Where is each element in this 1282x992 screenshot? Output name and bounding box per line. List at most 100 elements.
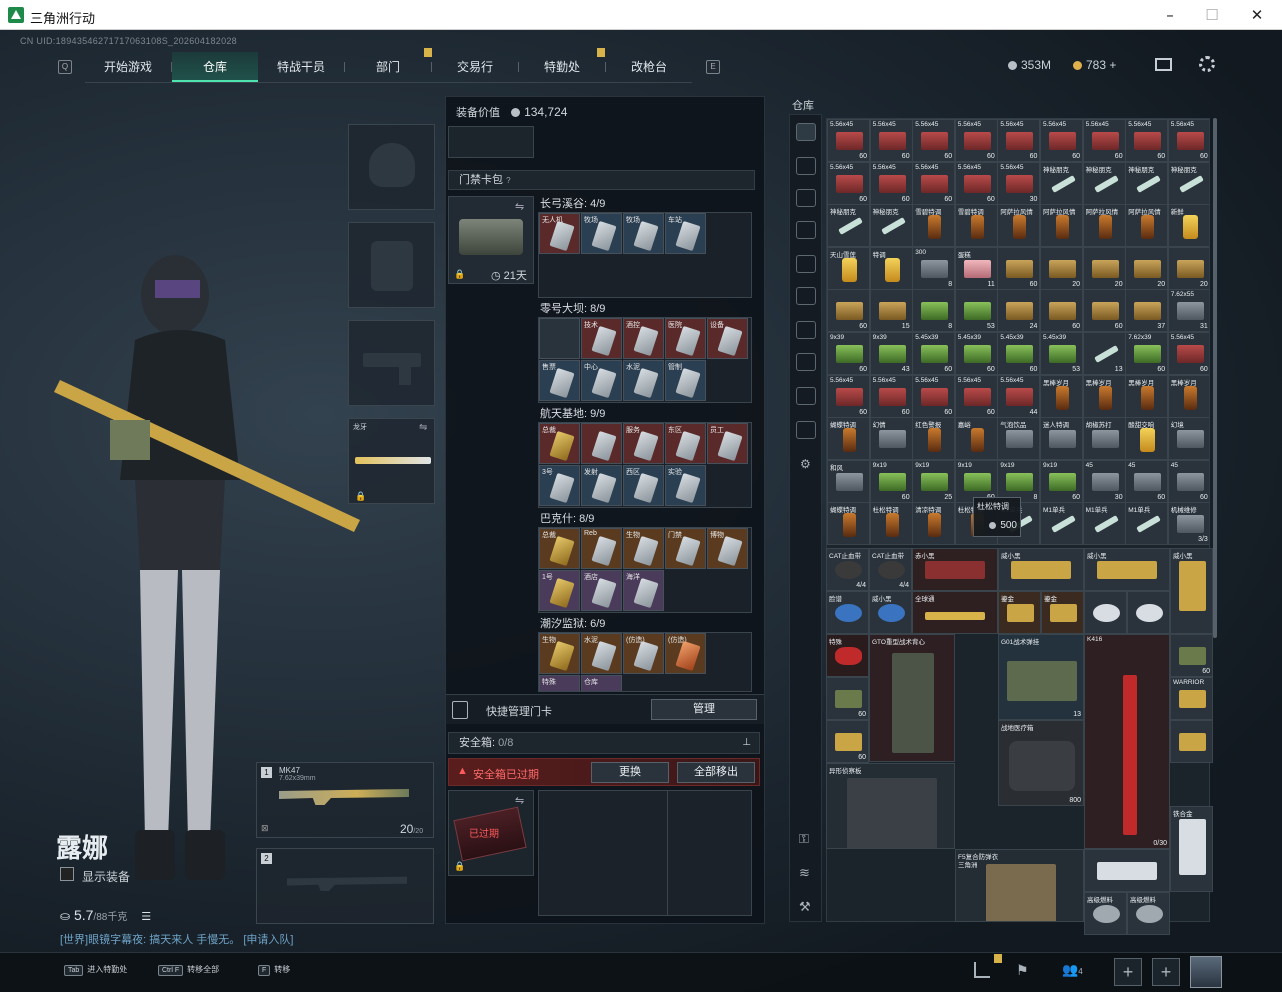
warehouse-item[interactable]: 阿萨拉风情 (997, 204, 1041, 248)
warehouse-scrollbar[interactable] (1213, 118, 1217, 638)
nav-left-key-hint[interactable]: Q (58, 60, 72, 74)
warehouse-item[interactable]: 蝴蝶特调 (827, 417, 870, 461)
warehouse-item[interactable]: 5.56x45 60 (1167, 119, 1209, 162)
swap-icon[interactable]: ⇋ (419, 422, 427, 433)
warehouse-item[interactable]: 45 60 (1125, 459, 1169, 503)
warehouse-item[interactable]: 黑棒岁月 (1125, 374, 1169, 418)
warehouse-item[interactable]: 20 (1040, 246, 1083, 290)
replace-button[interactable]: 更换 (591, 762, 669, 783)
warehouse-item[interactable]: 清凉特调 (912, 502, 956, 546)
warehouse-item[interactable]: 5.56x45 60 (954, 374, 998, 418)
warehouse-item[interactable]: 神秘朋克 (827, 204, 870, 248)
warehouse-item[interactable]: 杜松特调 (869, 502, 913, 546)
warehouse-item[interactable]: 53 (954, 289, 998, 333)
category-collectibles-icon[interactable] (796, 353, 816, 371)
warehouse-item[interactable]: 嘉峪 (954, 417, 998, 461)
warehouse-item[interactable]: 8 (912, 289, 956, 333)
warehouse-item[interactable]: 幻情 (869, 417, 913, 461)
list-icon[interactable]: ☰ (141, 911, 151, 923)
pin-icon[interactable]: ⊥ (742, 733, 751, 753)
warehouse-item[interactable]: 新鲜 (1167, 204, 1209, 248)
settings-icon[interactable]: ⚙ (800, 457, 811, 471)
warehouse-item[interactable]: 5.56x45 60 (1040, 119, 1083, 162)
warehouse-item[interactable]: 阿萨拉风情 (1125, 204, 1169, 248)
warehouse-item[interactable]: 5.56x45 60 (912, 161, 956, 205)
keycard-bag-item[interactable]: ⇋ 🔒 ◷ 21天 (448, 196, 534, 284)
secondary-weapon-slot[interactable]: 2 (256, 848, 434, 924)
safebox-item[interactable]: 已过期 ⇋ 🔒 (448, 790, 534, 876)
warehouse-item[interactable]: 雪碧特调 (912, 204, 956, 248)
layers-icon[interactable]: ≋ (799, 865, 810, 881)
warehouse-item[interactable]: 神秘朋克 (1125, 161, 1169, 205)
category-gear-icon[interactable] (796, 189, 816, 207)
hint-transfer[interactable]: F 转移 (258, 964, 290, 976)
category-misc-icon[interactable] (796, 387, 816, 405)
warehouse-item[interactable]: 15 (869, 289, 913, 333)
warehouse-item[interactable]: 和风 (827, 459, 870, 503)
warehouse-item[interactable]: 300 8 (912, 246, 956, 290)
warehouse-item[interactable]: 5.56x45 60 (869, 119, 913, 162)
tab-operators[interactable]: 特战干员 (258, 52, 344, 82)
warehouse-item[interactable]: 5.56x45 30 (997, 161, 1041, 205)
warehouse-item[interactable]: 5.56x45 60 (827, 119, 870, 162)
hint-transfer-all[interactable]: Ctrl F 转移全部 (158, 964, 219, 976)
tab-department[interactable]: 部门 (345, 52, 431, 82)
warehouse-item[interactable]: 60 (997, 246, 1041, 290)
gear-icon[interactable] (1199, 56, 1215, 72)
primary-weapon-slot[interactable]: 1 MK47 7.62x39mm ⊠ 20/20 (256, 762, 434, 838)
warehouse-item[interactable]: 蝴蝶特调 (827, 502, 870, 546)
warehouse-item[interactable]: 20 (1082, 246, 1126, 290)
warehouse-item[interactable]: 45 30 (1082, 459, 1126, 503)
warehouse-item[interactable]: 9x19 60 (1040, 459, 1083, 503)
warehouse-item[interactable]: 24 (997, 289, 1041, 333)
friends-icon[interactable]: 👥4 (1062, 962, 1083, 978)
warehouse-item[interactable]: 5.56x45 44 (997, 374, 1041, 418)
warehouse-item[interactable]: 红色警报 (912, 417, 956, 461)
category-other-icon[interactable] (796, 421, 816, 439)
warehouse-item[interactable]: 神秘朋克 (1167, 161, 1209, 205)
warehouse-item[interactable]: 5.56x45 60 (954, 161, 998, 205)
warehouse-item[interactable]: 黑棒岁月 (1040, 374, 1083, 418)
pouch-slot[interactable] (448, 126, 534, 158)
warehouse-item[interactable]: M1单兵 (1082, 502, 1126, 546)
warehouse-item[interactable]: 20 (1125, 246, 1169, 290)
warehouse-item[interactable]: 酸甜交响 (1125, 417, 1169, 461)
warehouse-all-icon[interactable] (796, 123, 816, 141)
helmet-slot[interactable] (348, 124, 435, 210)
warehouse-item[interactable]: 5.45x39 60 (997, 332, 1041, 375)
warehouse-item[interactable]: 7.62x55 31 (1167, 289, 1209, 333)
warehouse-item[interactable]: 雪碧特调 (954, 204, 998, 248)
warehouse-item[interactable]: 5.56x45 60 (869, 374, 913, 418)
show-equip-checkbox[interactable] (60, 867, 74, 881)
warehouse-item[interactable]: 阿萨拉风情 (1040, 204, 1083, 248)
warehouse-item[interactable]: 5.56x45 60 (912, 119, 956, 162)
manage-button[interactable]: 管理 (651, 699, 757, 720)
invite-slot-button[interactable]: + (1152, 958, 1180, 986)
warehouse-item[interactable]: 60 (1040, 289, 1083, 333)
swap-icon[interactable]: ⇋ (515, 200, 524, 213)
warehouse-item[interactable]: 神秘朋克 (1082, 161, 1126, 205)
warehouse-item[interactable]: 黑棒岁月 (1082, 374, 1126, 418)
invite-slot-button[interactable]: + (1114, 958, 1142, 986)
stats-icon[interactable] (974, 962, 990, 978)
tab-warehouse[interactable]: 仓库 (172, 52, 258, 82)
warehouse-item[interactable]: 7.62x39 60 (1125, 332, 1169, 375)
warehouse-item[interactable]: 45 60 (1167, 459, 1209, 503)
warehouse-item[interactable]: M1单兵 (1040, 502, 1083, 546)
mail-icon[interactable] (1155, 58, 1172, 71)
warehouse-item[interactable]: 5.45x39 53 (1040, 332, 1083, 375)
maximize-icon[interactable]: ☐ (1202, 6, 1222, 24)
tools-icon[interactable]: ⚒ (799, 899, 811, 915)
category-medical-icon[interactable] (796, 287, 816, 305)
warehouse-item[interactable]: 胡椒苏打 (1082, 417, 1126, 461)
warehouse-item[interactable]: 天山雪莲 (827, 246, 870, 290)
warehouse-item[interactable]: 20 (1167, 246, 1209, 290)
warehouse-item[interactable]: 9x39 60 (827, 332, 870, 375)
warehouse-item[interactable]: 阿萨拉风情 (1082, 204, 1126, 248)
warehouse-item[interactable]: 60 (1082, 289, 1126, 333)
warehouse-item[interactable]: 5.45x39 60 (912, 332, 956, 375)
tab-trade[interactable]: 交易行 (432, 52, 518, 82)
warehouse-item[interactable]: 黑棒岁月 (1167, 374, 1209, 418)
swap-icon[interactable]: ⇋ (515, 794, 524, 807)
tab-special-ops[interactable]: 特勤处 (519, 52, 605, 82)
